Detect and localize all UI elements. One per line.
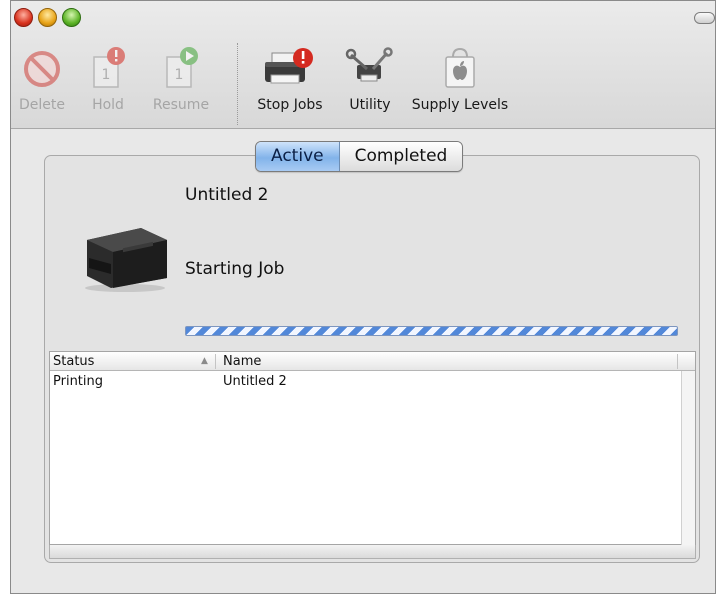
column-header-status[interactable]: Status — [53, 352, 94, 371]
horizontal-scrollbar[interactable] — [49, 545, 696, 559]
stop-jobs-label: Stop Jobs — [257, 97, 323, 113]
minimize-window-button[interactable] — [38, 8, 57, 27]
printer-image — [85, 228, 167, 292]
toolbar-toggle-button[interactable] — [694, 12, 715, 24]
column-divider[interactable] — [677, 354, 678, 369]
delete-label: Delete — [19, 97, 65, 113]
jobs-table: Status ▲ Name Printing Untitled 2 — [49, 351, 696, 546]
job-progress-bar — [185, 326, 678, 336]
svg-text:1: 1 — [175, 67, 184, 83]
tab-completed[interactable]: Completed — [339, 142, 463, 171]
vertical-scrollbar[interactable] — [681, 371, 695, 546]
delete-icon — [24, 51, 60, 87]
sort-ascending-icon[interactable]: ▲ — [201, 353, 208, 370]
toolbar-separator — [237, 43, 238, 125]
toolbar: Delete 1 Hold 1 Resume Stop Jobs Utility… — [11, 1, 715, 129]
cell-name: Untitled 2 — [223, 374, 287, 389]
resume-icon: 1 — [166, 47, 198, 88]
zoom-window-button[interactable] — [62, 8, 81, 27]
tab-active[interactable]: Active — [256, 142, 340, 171]
resume-button[interactable]: 1 Resume — [141, 45, 221, 113]
hold-button[interactable]: 1 Hold — [81, 45, 135, 113]
table-row[interactable]: Printing Untitled 2 — [50, 372, 695, 391]
close-window-button[interactable] — [14, 8, 33, 27]
delete-button[interactable]: Delete — [11, 45, 73, 113]
column-header-name[interactable]: Name — [223, 352, 261, 371]
printer-stop-icon — [265, 48, 313, 84]
job-tabs: Active Completed — [255, 141, 464, 172]
supply-levels-label: Supply Levels — [411, 97, 509, 113]
stop-jobs-button[interactable]: Stop Jobs — [249, 45, 331, 113]
table-header: Status ▲ Name — [50, 352, 695, 371]
svg-text:1: 1 — [102, 67, 111, 83]
column-divider[interactable] — [215, 354, 216, 369]
cell-status: Printing — [53, 374, 104, 389]
utility-icon — [345, 47, 393, 82]
utility-label: Utility — [349, 97, 391, 113]
hold-label: Hold — [92, 97, 124, 113]
resume-label: Resume — [152, 97, 210, 113]
utility-button[interactable]: Utility — [341, 45, 399, 113]
current-job-title: Untitled 2 — [185, 185, 269, 205]
print-queue-window: Delete 1 Hold 1 Resume Stop Jobs Utility… — [10, 0, 716, 594]
supply-levels-icon — [445, 47, 475, 88]
supply-levels-button[interactable]: Supply Levels — [404, 45, 516, 113]
current-job-status: Starting Job — [185, 259, 285, 279]
hold-icon: 1 — [93, 47, 125, 88]
